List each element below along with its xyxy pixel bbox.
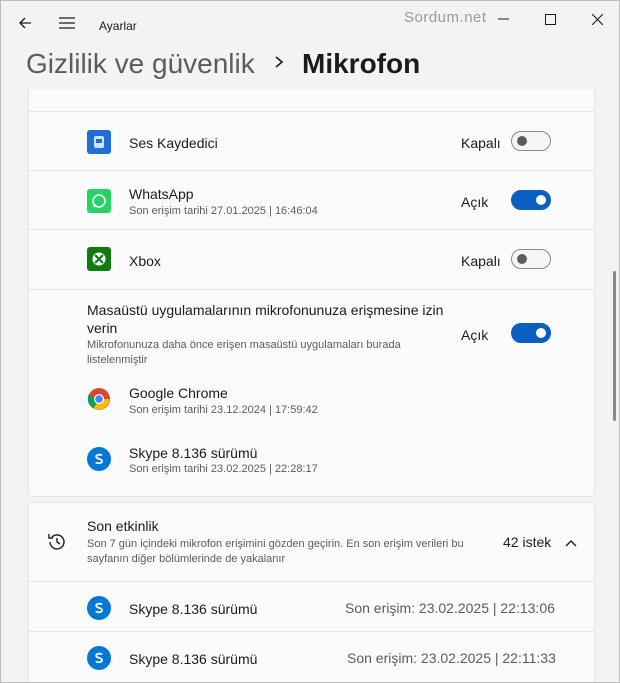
chevron-up-icon[interactable] (561, 533, 581, 553)
toggle-knob (536, 328, 546, 338)
divider (28, 581, 595, 582)
close-button[interactable] (575, 5, 619, 33)
desktop-apps-setting-title: Masaüstü uygulamalarının mikrofonunuza e… (87, 302, 444, 336)
hamburger-menu-icon (59, 17, 75, 29)
activity-app-name: Skype 8.136 sürümü (129, 651, 258, 667)
page-title: Mikrofon (302, 48, 421, 79)
activity-time: Son erişim: 23.02.2025 | 22:13:06 (345, 600, 555, 616)
toggle-state-label: Açık (461, 327, 489, 343)
sound-recorder-icon (87, 130, 111, 154)
xbox-toggle[interactable] (511, 249, 551, 269)
watermark-text: Sordum.net (404, 9, 487, 26)
last-access-text: Son erişim tarihi 27.01.2025 | 16:46:04 (129, 205, 318, 217)
toggle-state-label: Kapalı (461, 135, 501, 151)
maximize-icon (544, 13, 556, 25)
app-name: Ses Kaydedici (129, 135, 218, 151)
chrome-icon (87, 387, 111, 411)
activity-app-name: Skype 8.136 sürümü (129, 601, 258, 617)
back-button[interactable] (11, 9, 39, 37)
minimize-button[interactable] (481, 5, 525, 33)
skype-icon (87, 447, 111, 471)
whatsapp-toggle[interactable] (511, 190, 551, 210)
close-icon (591, 13, 603, 25)
desktop-apps-setting-description: Mikrofonunuza daha önce erişen masaüstü … (87, 339, 401, 366)
sound-recorder-toggle[interactable] (511, 131, 551, 151)
skype-icon (87, 596, 111, 620)
app-name: WhatsApp (129, 186, 194, 202)
maximize-button[interactable] (528, 5, 572, 33)
divider (28, 170, 595, 171)
toggle-knob (517, 254, 527, 264)
title-bar: Ayarlar Sordum.net (1, 1, 619, 41)
request-count: 42 istek (503, 534, 552, 550)
toggle-state-label: Kapalı (461, 253, 501, 269)
back-arrow-icon (19, 17, 31, 29)
breadcrumb-chevron-icon (273, 52, 285, 77)
divider (28, 289, 595, 290)
xbox-icon (87, 247, 111, 271)
toggle-state-label: Açık (461, 194, 489, 210)
toggle-knob (536, 195, 546, 205)
divider (28, 111, 595, 112)
minimize-icon (497, 18, 509, 20)
last-access-text: Son erişim tarihi 23.12.2024 | 17:59:42 (129, 404, 318, 416)
activity-time: Son erişim: 23.02.2025 | 22:11:33 (347, 650, 556, 666)
breadcrumb-privacy-security[interactable]: Gizlilik ve güvenlik (26, 48, 255, 80)
skype-icon (87, 646, 111, 670)
settings-window: Ayarlar Sordum.net Gizlilik ve güvenlik … (0, 0, 620, 683)
desktop-apps-toggle[interactable] (511, 323, 551, 343)
recent-activity-description: Son 7 gün içindeki mikrofon erişimini gö… (87, 538, 464, 565)
divider (28, 229, 595, 230)
whatsapp-icon (87, 189, 111, 213)
app-name: Skype 8.136 sürümü (129, 445, 258, 461)
navigation-menu-button[interactable] (53, 9, 81, 37)
app-title: Ayarlar (99, 19, 137, 33)
last-access-text: Son erişim tarihi 23.02.2025 | 22:28:17 (129, 463, 318, 475)
recent-activity-title: Son etkinlik (87, 518, 159, 534)
app-permissions-card (28, 89, 595, 497)
app-name: Xbox (129, 253, 161, 269)
history-icon (46, 531, 68, 558)
toggle-knob (517, 136, 527, 146)
vertical-scrollbar[interactable] (613, 271, 616, 421)
app-name: Google Chrome (129, 385, 228, 401)
divider (28, 631, 595, 632)
